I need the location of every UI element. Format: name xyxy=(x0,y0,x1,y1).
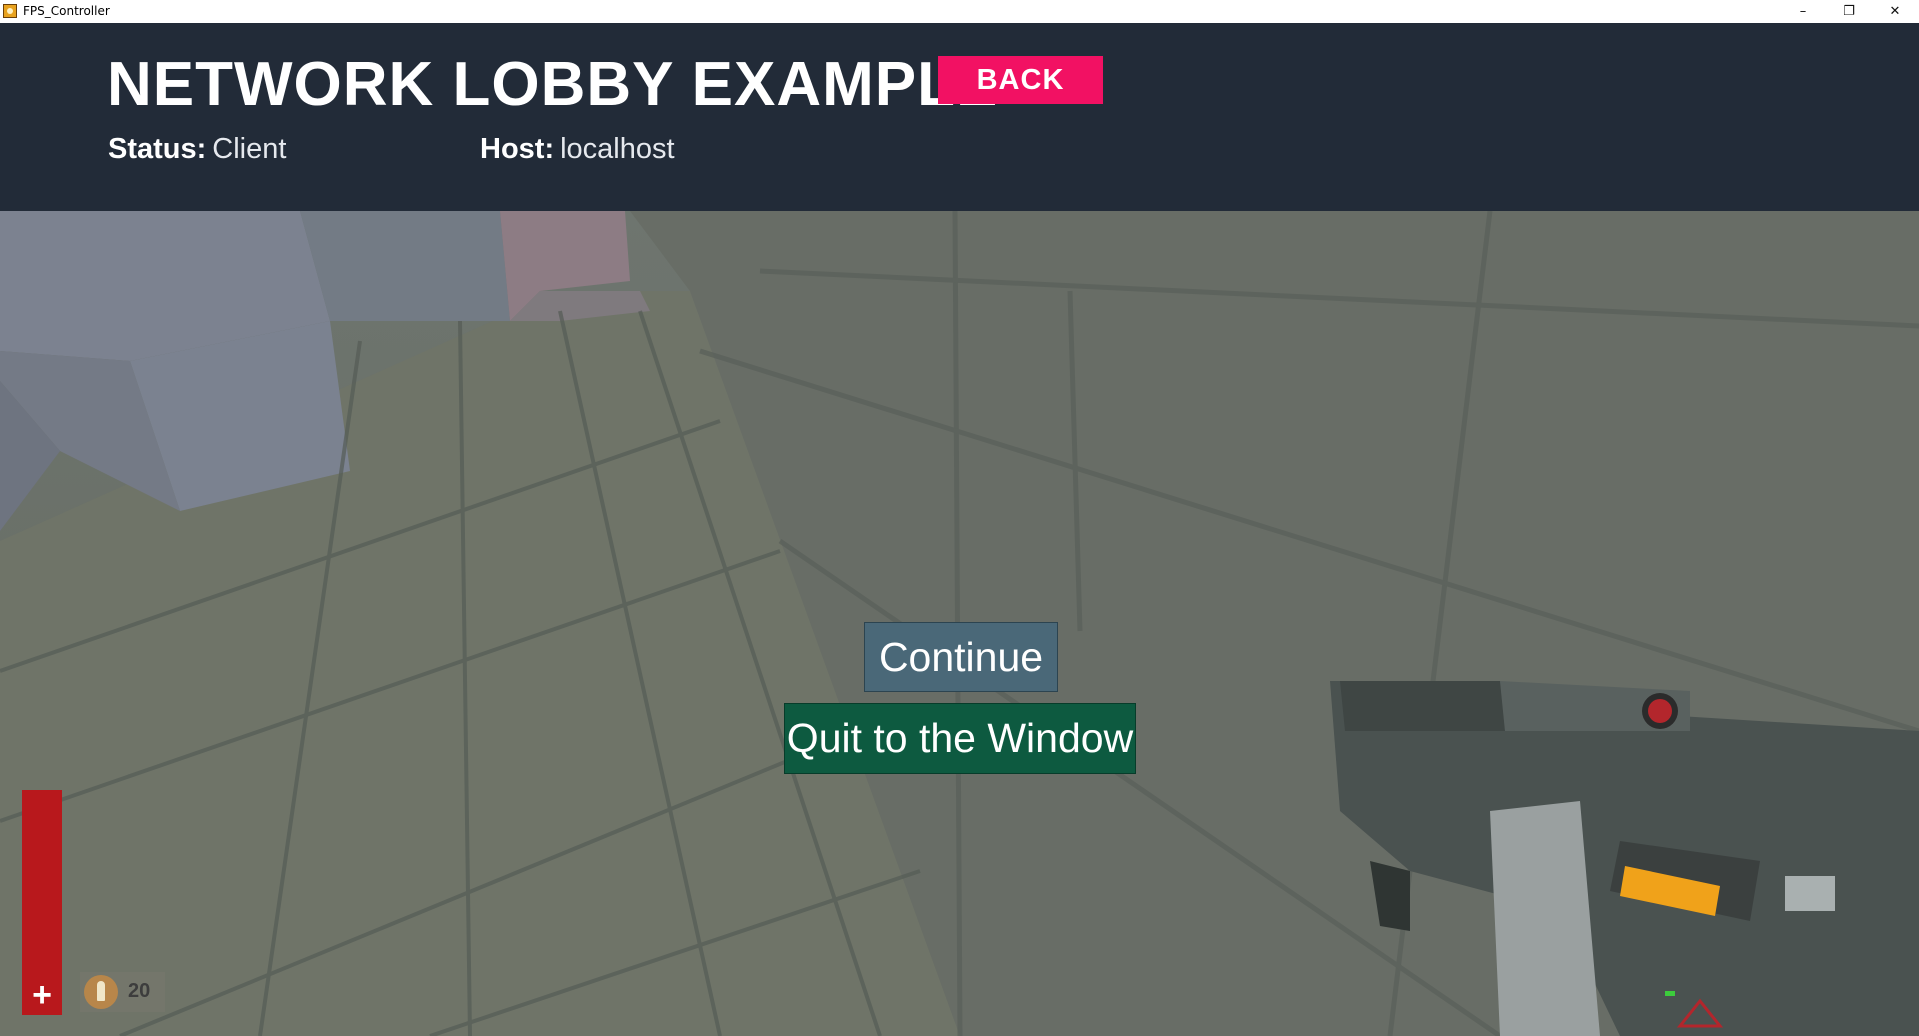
ammo-count: 20 xyxy=(128,980,151,1002)
bullet-icon xyxy=(84,975,118,1009)
minimize-button[interactable]: – xyxy=(1780,0,1826,23)
close-button[interactable]: ✕ xyxy=(1872,0,1918,23)
back-button[interactable]: BACK xyxy=(938,56,1103,104)
lobby-title: NETWORK LOBBY EXAMPLE xyxy=(107,50,999,119)
status-line: Status: Client xyxy=(108,133,286,166)
continue-button[interactable]: Continue xyxy=(864,622,1058,692)
window-title-bar: FPS_Controller – ❐ ✕ xyxy=(0,0,1919,24)
host-value: localhost xyxy=(560,133,675,165)
restore-button[interactable]: ❐ xyxy=(1826,0,1872,23)
status-value: Client xyxy=(212,133,287,165)
host-line: Host: localhost xyxy=(480,133,675,166)
lobby-header: NETWORK LOBBY EXAMPLE BACK Status: Client… xyxy=(0,23,1919,211)
app-icon xyxy=(3,4,17,18)
window-title: FPS_Controller xyxy=(23,4,110,18)
health-cross-icon: + xyxy=(32,975,52,1014)
status-label: Status: xyxy=(108,133,207,165)
host-label: Host: xyxy=(480,133,555,165)
game-viewport: Continue Quit to the Window xyxy=(0,211,1919,1036)
quit-to-window-button[interactable]: Quit to the Window xyxy=(784,703,1136,774)
